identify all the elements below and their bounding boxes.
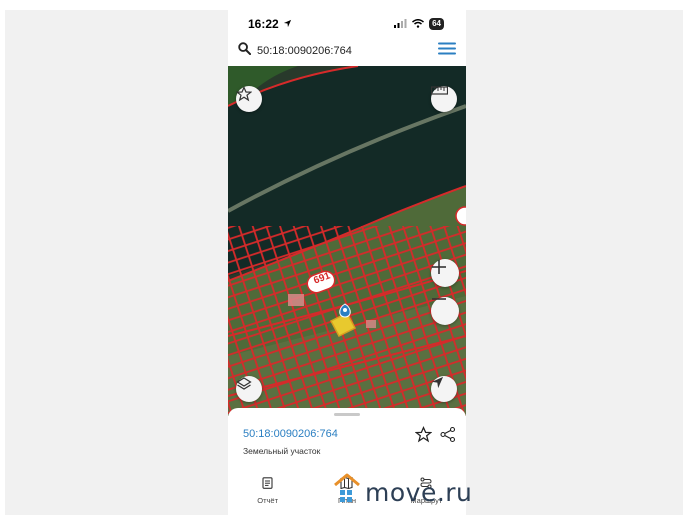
phone-screen: 16:22 64 50:18:0090206:764 691 50:18:009… [228,10,466,515]
locate-me-button[interactable] [431,376,457,402]
location-arrow-icon [283,17,292,31]
ruler-button[interactable] [431,86,457,112]
star-icon [414,426,433,443]
status-time: 16:22 [248,17,279,31]
zoom-in-button[interactable] [431,259,459,287]
watermark: move.ru [334,472,472,513]
battery-icon: 64 [429,18,444,30]
satellite-map[interactable]: 691 [228,66,466,416]
search-input[interactable]: 50:18:0090206:764 [257,45,438,57]
tab-report-label: Отчёт [257,496,279,505]
layers-button[interactable] [236,376,262,402]
zoom-out-button[interactable] [431,297,459,325]
menu-icon[interactable] [438,42,456,60]
sheet-drag-handle[interactable] [334,413,360,416]
share-button[interactable] [440,426,456,448]
parcel-type: Земельный участок [243,446,321,456]
search-icon[interactable] [238,42,252,60]
favorite-parcel-button[interactable] [414,426,433,448]
wifi-icon [412,17,425,31]
signal-icon [394,17,407,31]
favorite-map-button[interactable] [236,86,262,112]
watermark-logo-icon [334,472,360,513]
parcel-cadastral-number: 50:18:0090206:764 [243,428,338,440]
report-icon [262,476,273,494]
search-bar[interactable]: 50:18:0090206:764 [228,38,466,64]
tab-report[interactable]: Отчёт [233,474,303,505]
watermark-text: move.ru [365,478,473,507]
share-icon [440,426,456,443]
status-bar: 16:22 64 [228,10,466,38]
map-imagery [228,66,466,416]
